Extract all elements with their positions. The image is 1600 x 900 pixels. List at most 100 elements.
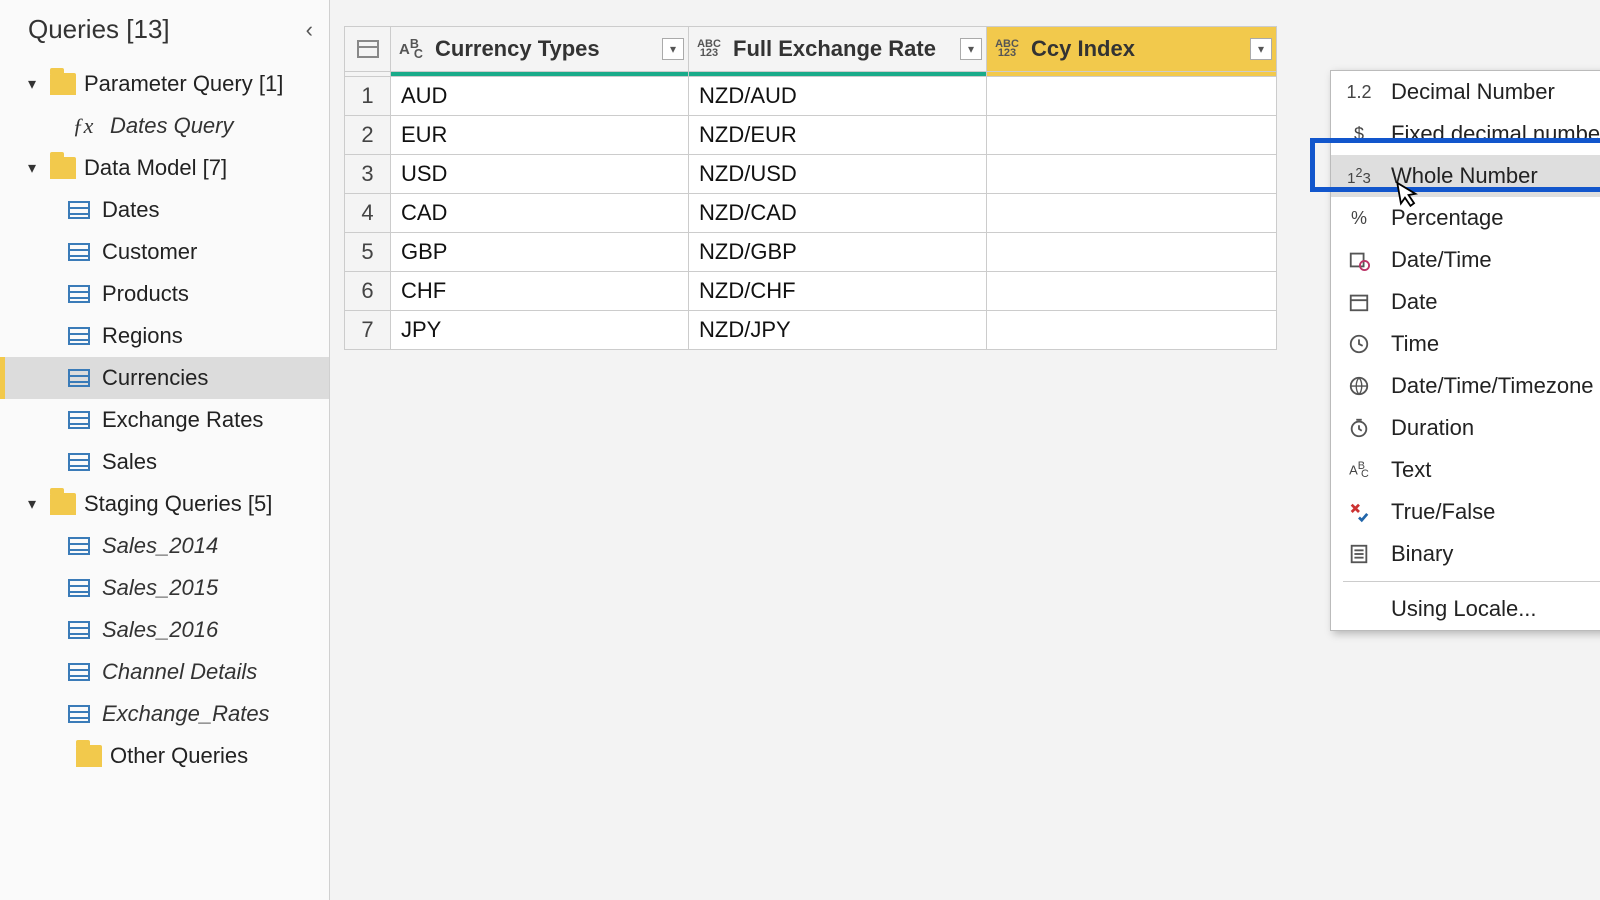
row-number: 6 (345, 272, 391, 311)
type-icon (1345, 543, 1373, 565)
folder-other-queries[interactable]: Other Queries (0, 735, 329, 777)
query-item-exchange-rates[interactable]: Exchange_Rates (0, 693, 329, 735)
type-icon (1345, 417, 1373, 439)
query-item-exchange-rates[interactable]: Exchange Rates (0, 399, 329, 441)
type-option-true-false[interactable]: True/False (1331, 491, 1600, 533)
cell[interactable]: USD (391, 155, 689, 194)
query-item-sales-2015[interactable]: Sales_2015 (0, 567, 329, 609)
type-option-decimal-number[interactable]: 1.2Decimal Number (1331, 71, 1600, 113)
type-label: Time (1391, 331, 1439, 357)
table-row[interactable]: 6CHFNZD/CHF (345, 272, 1277, 311)
cell[interactable] (987, 155, 1277, 194)
type-option-binary[interactable]: Binary (1331, 533, 1600, 575)
table-icon (68, 621, 90, 639)
cell[interactable] (987, 194, 1277, 233)
cell[interactable]: EUR (391, 116, 689, 155)
type-option-time[interactable]: Time (1331, 323, 1600, 365)
table-row[interactable]: 1AUDNZD/AUD (345, 77, 1277, 116)
column-title: Currency Types (431, 36, 656, 62)
cell[interactable]: NZD/EUR (689, 116, 987, 155)
folder-staging-queries-5-[interactable]: ▾Staging Queries [5] (0, 483, 329, 525)
type-icon: ABC (1345, 460, 1373, 481)
type-icon[interactable]: ABC (397, 37, 425, 61)
cell[interactable] (987, 77, 1277, 116)
datatype-menu: 1.2Decimal Number$Fixed decimal number12… (1330, 70, 1600, 631)
filter-dropdown-button[interactable]: ▾ (662, 38, 684, 60)
type-icon[interactable]: ABC123 (695, 40, 723, 58)
query-item-regions[interactable]: Regions (0, 315, 329, 357)
cell[interactable]: NZD/CHF (689, 272, 987, 311)
cell[interactable]: AUD (391, 77, 689, 116)
cell[interactable]: JPY (391, 311, 689, 350)
cell[interactable]: NZD/CAD (689, 194, 987, 233)
table-icon (68, 201, 90, 219)
table-row[interactable]: 2EURNZD/EUR (345, 116, 1277, 155)
query-item-products[interactable]: Products (0, 273, 329, 315)
cell[interactable]: NZD/JPY (689, 311, 987, 350)
cell[interactable]: GBP (391, 233, 689, 272)
folder-icon (50, 73, 76, 95)
query-item-dates[interactable]: Dates (0, 189, 329, 231)
table-row[interactable]: 7JPYNZD/JPY (345, 311, 1277, 350)
folder-label: Other Queries (110, 743, 248, 769)
using-locale-option[interactable]: Using Locale... (1331, 588, 1600, 630)
cell[interactable]: CHF (391, 272, 689, 311)
type-option-fixed-decimal-number[interactable]: $Fixed decimal number (1331, 113, 1600, 155)
column-full-exchange-rate[interactable]: ABC123Full Exchange Rate▾ (689, 27, 987, 72)
cell[interactable]: CAD (391, 194, 689, 233)
type-option-text[interactable]: ABCText (1331, 449, 1600, 491)
table-row[interactable]: 3USDNZD/USD (345, 155, 1277, 194)
column-currency-types[interactable]: ABCCurrency Types ▾ (391, 27, 689, 72)
fx-icon: ƒx (68, 113, 98, 139)
table-icon (68, 453, 90, 471)
table-icon (68, 705, 90, 723)
cell[interactable] (987, 311, 1277, 350)
cell[interactable] (987, 116, 1277, 155)
cell[interactable] (987, 272, 1277, 311)
collapse-sidebar-button[interactable]: ‹ (306, 17, 313, 43)
type-label: Date/Time (1391, 247, 1492, 273)
query-label: Dates Query (110, 113, 234, 139)
data-grid: ABCCurrency Types▾ABC123Full Exchange Ra… (344, 26, 1277, 350)
query-item-channel-details[interactable]: Channel Details (0, 651, 329, 693)
type-option-whole-number[interactable]: 123Whole Number (1331, 155, 1600, 197)
type-option-date-time[interactable]: Date/Time (1331, 239, 1600, 281)
type-label: Binary (1391, 541, 1453, 567)
table-corner[interactable] (345, 27, 391, 72)
query-item-customer[interactable]: Customer (0, 231, 329, 273)
cell[interactable]: NZD/AUD (689, 77, 987, 116)
folder-label: Staging Queries [5] (84, 491, 272, 517)
folder-label: Data Model [7] (84, 155, 227, 181)
table-row[interactable]: 5GBPNZD/GBP (345, 233, 1277, 272)
query-item-sales-2014[interactable]: Sales_2014 (0, 525, 329, 567)
row-number: 3 (345, 155, 391, 194)
query-item-dates-query[interactable]: ƒx Dates Query (0, 105, 329, 147)
filter-dropdown-button[interactable]: ▾ (1250, 38, 1272, 60)
query-item-currencies[interactable]: Currencies (0, 357, 329, 399)
cell[interactable]: NZD/USD (689, 155, 987, 194)
cell[interactable] (987, 233, 1277, 272)
cell[interactable]: NZD/GBP (689, 233, 987, 272)
type-option-date-time-timezone[interactable]: Date/Time/Timezone (1331, 365, 1600, 407)
type-option-duration[interactable]: Duration (1331, 407, 1600, 449)
query-item-sales[interactable]: Sales (0, 441, 329, 483)
type-icon (1345, 501, 1373, 523)
type-option-percentage[interactable]: %Percentage (1331, 197, 1600, 239)
query-item-sales-2016[interactable]: Sales_2016 (0, 609, 329, 651)
table-row[interactable]: 4CADNZD/CAD (345, 194, 1277, 233)
query-label: Dates (102, 197, 159, 223)
folder-icon (76, 745, 102, 767)
type-label: Date/Time/Timezone (1391, 373, 1594, 399)
folder-data-model-7-[interactable]: ▾Data Model [7] (0, 147, 329, 189)
query-label: Products (102, 281, 189, 307)
query-label: Sales_2014 (102, 533, 218, 559)
row-number: 5 (345, 233, 391, 272)
type-icon[interactable]: ABC123 (993, 40, 1021, 58)
type-option-date[interactable]: Date (1331, 281, 1600, 323)
table-icon (68, 663, 90, 681)
filter-dropdown-button[interactable]: ▾ (960, 38, 982, 60)
folder-parameter-query-1-[interactable]: ▾Parameter Query [1] (0, 63, 329, 105)
type-icon (1345, 375, 1373, 397)
column-ccy-index[interactable]: ABC123Ccy Index▾ (987, 27, 1277, 72)
menu-separator (1343, 581, 1600, 582)
